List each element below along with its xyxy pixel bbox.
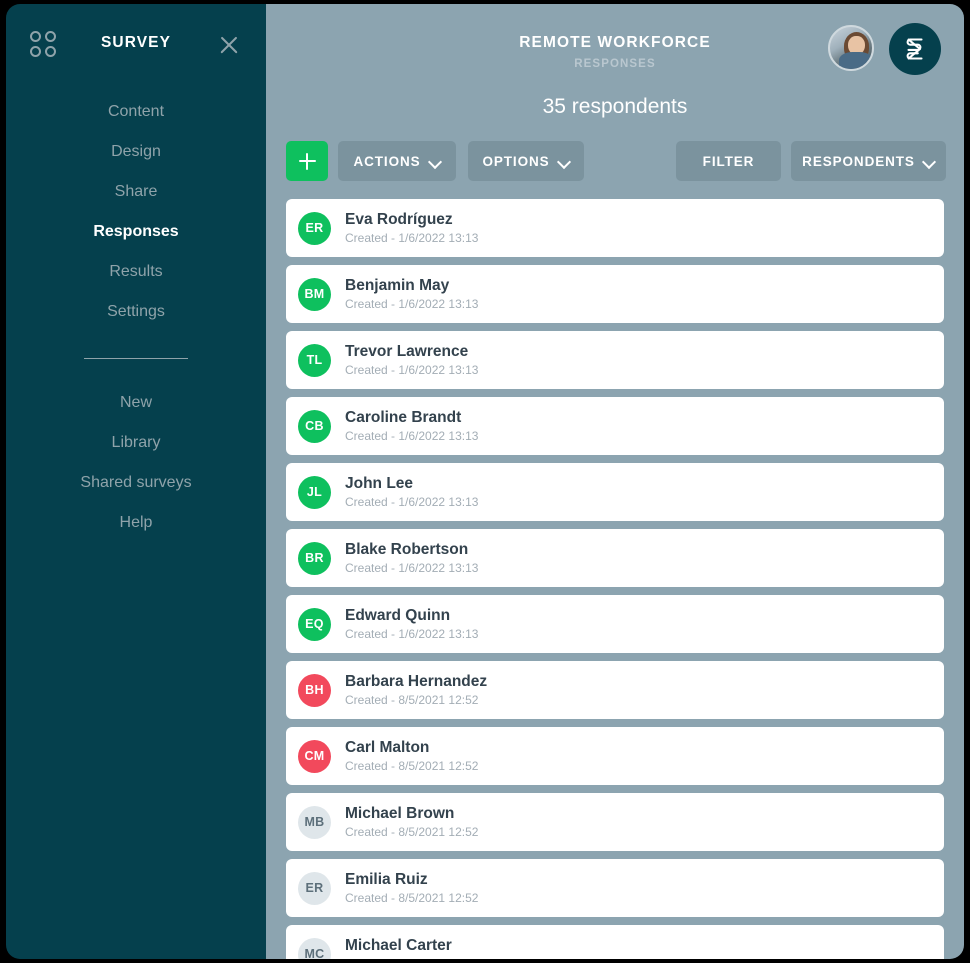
respondent-name: Trevor Lawrence xyxy=(345,342,469,360)
respondent-avatar: CM xyxy=(298,739,331,773)
respondent-row[interactable]: MB Michael Brown Created - 8/5/2021 12:52 xyxy=(286,793,944,851)
sidebar-item-shared-surveys[interactable]: Shared surveys xyxy=(6,463,266,503)
main-header: REMOTE WORKFORCE RESPONSES xyxy=(266,4,964,92)
sidebar-primary-nav: Content Design Share Responses Results S… xyxy=(6,92,266,332)
sidebar-item-responses[interactable]: Responses xyxy=(6,212,266,252)
respondents-button[interactable]: RESPONDENTS xyxy=(791,141,946,181)
close-icon[interactable] xyxy=(216,32,242,58)
respondent-name: Emilia Ruiz xyxy=(345,870,428,888)
respondent-row[interactable]: ER Eva Rodríguez Created - 1/6/2022 13:13 xyxy=(286,199,944,257)
actions-label: ACTIONS xyxy=(353,153,421,169)
respondent-avatar: BH xyxy=(298,673,331,707)
respondent-text: Carl Malton Created - 8/5/2021 12:52 xyxy=(345,738,478,775)
respondent-row[interactable]: BH Barbara Hernandez Created - 8/5/2021 12… xyxy=(286,661,944,719)
toolbar: ACTIONS OPTIONS FILTER RESPONDENTS xyxy=(286,141,946,197)
sidebar: SURVEY Content Design Share Responses Re… xyxy=(6,4,266,959)
respondent-name: Michael Brown xyxy=(345,804,455,822)
respondent-avatar: MC xyxy=(298,937,331,959)
options-label: OPTIONS xyxy=(482,153,550,169)
respondent-text: Caroline Brandt Created - 1/6/2022 13:13 xyxy=(345,408,478,445)
respondent-name: John Lee xyxy=(345,474,414,492)
respondent-avatar: EQ xyxy=(298,607,331,641)
respondent-avatar: BR xyxy=(298,541,331,575)
respondent-created: Created - 1/6/2022 13:13 xyxy=(345,428,479,443)
chevron-down-icon xyxy=(559,156,570,167)
respondent-row[interactable]: ER Emilia Ruiz Created - 8/5/2021 12:52 xyxy=(286,859,944,917)
respondent-created: Created - 8/5/2021 12:52 xyxy=(345,824,479,839)
respondent-name: Benjamin May xyxy=(345,276,450,294)
respondent-name: Edward Quinn xyxy=(345,606,451,624)
respondent-row[interactable]: BR Blake Robertson Created - 1/6/2022 13:1… xyxy=(286,529,944,587)
filter-button[interactable]: FILTER xyxy=(676,141,781,181)
respondent-row[interactable]: BM Benjamin May Created - 1/6/2022 13:13 xyxy=(286,265,944,323)
sidebar-item-new[interactable]: New xyxy=(6,383,266,423)
respondent-text: Edward Quinn Created - 1/6/2022 13:13 xyxy=(345,606,478,643)
respondent-row[interactable]: JL John Lee Created - 1/6/2022 13:13 xyxy=(286,463,944,521)
sidebar-item-help[interactable]: Help xyxy=(6,503,266,543)
respondent-avatar: ER xyxy=(298,871,331,905)
respondent-avatar: CB xyxy=(298,409,331,443)
sidebar-item-content[interactable]: Content xyxy=(6,92,266,132)
sidebar-divider xyxy=(84,358,188,359)
respondent-text: Michael Brown Created - 8/5/2021 12:52 xyxy=(345,804,478,841)
respondent-created: Created - 1/6/2022 13:13 xyxy=(345,560,479,575)
add-button[interactable] xyxy=(286,141,328,181)
sidebar-item-settings[interactable]: Settings xyxy=(6,292,266,332)
respondent-created: Created - 8/5/2021 12:52 xyxy=(345,758,479,773)
respondent-avatar: ER xyxy=(298,211,331,245)
respondent-created: Created - 8/5/2021 12:52 xyxy=(345,956,478,960)
respondent-name: Caroline Brandt xyxy=(345,408,462,426)
respondent-row[interactable]: CM Carl Malton Created - 8/5/2021 12:52 xyxy=(286,727,944,785)
respondent-name: Eva Rodríguez xyxy=(345,210,453,228)
respondent-text: Trevor Lawrence Created - 1/6/2022 13:13 xyxy=(345,342,478,379)
respondent-text: Barbara Hernandez Created - 8/5/2021 12:5… xyxy=(345,672,487,709)
respondent-created: Created - 8/5/2021 12:52 xyxy=(345,692,479,707)
respondent-created: Created - 1/6/2022 13:13 xyxy=(345,626,479,641)
respondent-text: Eva Rodríguez Created - 1/6/2022 13:13 xyxy=(345,210,478,247)
respondent-row[interactable]: MC Michael Carter Created - 8/5/2021 12:52 xyxy=(286,925,944,959)
respondents-label: RESPONDENTS xyxy=(802,153,915,169)
respondent-count: 35 respondents xyxy=(542,95,688,118)
respondent-created: Created - 1/6/2022 13:13 xyxy=(345,494,479,509)
avatar-body xyxy=(839,52,872,69)
respondent-name: Carl Malton xyxy=(345,738,430,756)
main-panel: REMOTE WORKFORCE RESPONSES 35 respondent… xyxy=(266,4,964,959)
respondent-row[interactable]: CB Caroline Brandt Created - 1/6/2022 13:1… xyxy=(286,397,944,455)
app-window: SURVEY Content Design Share Responses Re… xyxy=(0,0,970,963)
chevron-down-icon xyxy=(430,156,441,167)
respondent-text: John Lee Created - 1/6/2022 13:13 xyxy=(345,474,478,511)
sidebar-item-design[interactable]: Design xyxy=(6,132,266,172)
respondent-avatar: JL xyxy=(298,475,331,509)
respondent-created: Created - 1/6/2022 13:13 xyxy=(345,296,479,311)
respondent-text: Michael Carter Created - 8/5/2021 12:52 xyxy=(345,936,478,960)
respondent-avatar: MB xyxy=(298,805,331,839)
respondent-text: Blake Robertson Created - 1/6/2022 13:13 xyxy=(345,540,478,577)
respondent-text: Benjamin May Created - 1/6/2022 13:13 xyxy=(345,276,478,313)
respondent-text: Emilia Ruiz Created - 8/5/2021 12:52 xyxy=(345,870,478,907)
sidebar-item-library[interactable]: Library xyxy=(6,423,266,463)
respondent-created: Created - 1/6/2022 13:13 xyxy=(345,362,479,377)
respondent-name: Barbara Hernandez xyxy=(345,672,488,690)
respondent-created: Created - 1/6/2022 13:13 xyxy=(345,230,479,245)
options-button[interactable]: OPTIONS xyxy=(468,141,584,181)
chevron-down-icon xyxy=(924,156,935,167)
avatar[interactable] xyxy=(828,25,874,71)
filter-label: FILTER xyxy=(702,153,755,169)
respondent-name: Michael Carter xyxy=(345,936,452,954)
sidebar-item-results[interactable]: Results xyxy=(6,252,266,292)
respondent-avatar: BM xyxy=(298,277,331,311)
respondent-row[interactable]: TL Trevor Lawrence Created - 1/6/2022 13:1… xyxy=(286,331,944,389)
sidebar-header: SURVEY xyxy=(6,4,266,86)
actions-button[interactable]: ACTIONS xyxy=(338,141,456,181)
respondent-list[interactable]: ER Eva Rodríguez Created - 1/6/2022 13:13 B… xyxy=(286,199,944,959)
respondent-avatar: TL xyxy=(298,343,331,377)
plus-icon xyxy=(298,152,316,170)
respondent-row[interactable]: EQ Edward Quinn Created - 1/6/2022 13:13 xyxy=(286,595,944,653)
respondent-name: Blake Robertson xyxy=(345,540,469,558)
sidebar-item-share[interactable]: Share xyxy=(6,172,266,212)
respondent-created: Created - 8/5/2021 12:52 xyxy=(345,890,479,905)
sidebar-secondary-nav: New Library Shared surveys Help xyxy=(6,383,266,543)
brand-logo-icon[interactable] xyxy=(889,23,941,75)
